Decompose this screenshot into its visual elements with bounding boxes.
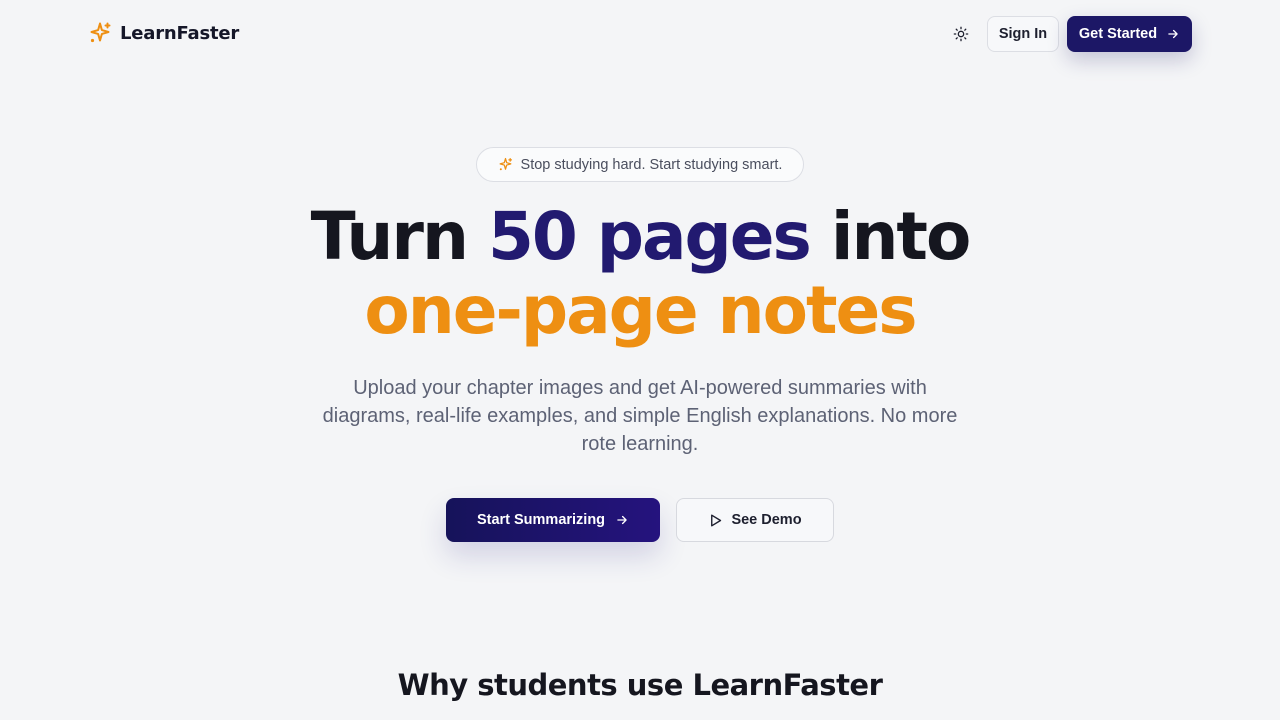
hero-headline: Turn 50 pages into one-page notes xyxy=(0,200,1280,348)
tagline-pill: Stop studying hard. Start studying smart… xyxy=(476,147,804,182)
tagline-text: Stop studying hard. Start studying smart… xyxy=(520,156,783,173)
sign-in-label: Sign In xyxy=(998,26,1048,42)
sun-icon xyxy=(953,26,969,42)
headline-part-2: into xyxy=(809,198,972,275)
features-section-title: Why students use LearnFaster xyxy=(397,668,883,702)
see-demo-label: See Demo xyxy=(731,512,802,528)
sparkles-icon xyxy=(90,22,111,43)
play-icon xyxy=(711,514,722,526)
sign-in-button[interactable]: Sign In xyxy=(987,16,1059,52)
see-demo-button[interactable]: See Demo xyxy=(676,498,834,542)
hero-subtitle: Upload your chapter images and get AI-po… xyxy=(322,377,958,455)
arrow-right-icon xyxy=(617,515,627,525)
arrow-right-icon xyxy=(1168,29,1178,39)
headline-part-1: Turn xyxy=(310,198,488,275)
sparkles-icon xyxy=(499,157,512,171)
headline-line-2: one-page notes xyxy=(364,272,917,349)
get-started-label: Get Started xyxy=(1078,26,1158,42)
start-summarizing-label: Start Summarizing xyxy=(476,512,606,528)
start-summarizing-button[interactable]: Start Summarizing xyxy=(446,498,660,542)
headline-line-1: Turn 50 pages into xyxy=(0,200,1280,274)
top-nav: LearnFaster Sign In Get Started xyxy=(0,0,1280,68)
headline-highlight: 50 pages xyxy=(487,198,812,275)
get-started-button[interactable]: Get Started xyxy=(1067,16,1192,52)
brand-logo-link[interactable]: LearnFaster xyxy=(88,21,239,45)
brand-name: LearnFaster xyxy=(120,22,240,44)
theme-toggle-button[interactable] xyxy=(945,18,977,50)
